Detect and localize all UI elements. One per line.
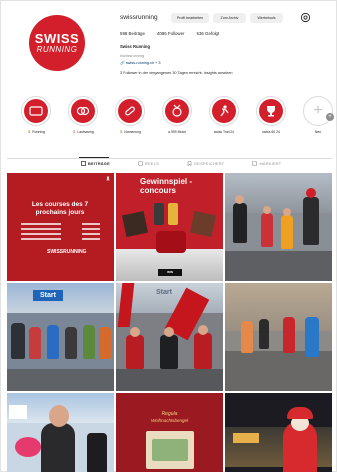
shoes-icon [76,106,90,116]
profile-avatar[interactable]: SWISS RUNNING [29,15,85,71]
post-title: Les courses des 7 prochains jours [31,201,89,216]
post-tile[interactable]: Start [7,283,114,391]
highlight-ring [162,96,192,126]
highlight-ring [115,96,145,126]
tab-label: MARKIERT [259,161,282,166]
post-tile[interactable]: Regula Weihnachtsbengel [116,393,223,472]
highlight-cover [212,99,236,123]
post-tile[interactable]: Les courses des 7 prochains jours SWISSR… [7,173,114,281]
edit-profile-button[interactable]: Profil bearbeiten [171,13,209,23]
post-tile[interactable]: Gewinnspiel - concours WIN [116,173,223,281]
schedule-row [21,238,100,241]
post-logo: SWISSRUNNING [47,249,87,255]
tab-tagged[interactable]: MARKIERT [252,161,281,166]
highlight-label: Neu [314,130,322,134]
grid-icon [81,161,86,166]
product-drum [156,231,186,253]
tab-saved[interactable]: GESPEICHERT [187,161,224,166]
highlight-ring [68,96,98,126]
sign [9,405,27,419]
tabs-divider [7,158,332,159]
highlight-cover [71,99,95,123]
tab-posts[interactable]: BEITRÄGE [81,161,110,166]
highlight-item[interactable]: 🏃 Running [18,96,54,134]
profile-insights[interactable]: 3 Follower in der vergangenen 30 Tagen e… [120,71,232,75]
highlight-label: ● 599 Mulet [168,130,186,134]
followers-count[interactable]: 4086 Follower [157,31,185,36]
profile-stats: 598 Beiträge 4086 Follower 536 Gefolgt [120,31,219,36]
medal-icon [172,104,182,117]
post-title: Gewinnspiel - concours [140,177,193,195]
tab-label: BEITRÄGE [88,161,111,166]
profile-link[interactable]: 🔗 swiss-running.ch + 3 [120,60,161,65]
schedule-row [21,233,100,236]
avatar-line2: RUNNING [36,45,78,54]
balloon [15,437,41,457]
highlight-cover [24,99,48,123]
start-banner: Start [156,289,172,296]
profile-hashtag[interactable]: #swissrunning [120,54,144,58]
post-title: Regula [161,411,178,417]
active-tab-indicator [79,157,109,158]
profile-display-name: Swiss Running [120,44,151,49]
highlight-label: 🏃 Laufsaving [72,130,94,134]
highlight-ring [256,96,286,126]
settings-gear-icon[interactable] [300,12,311,23]
highlight-label: swiss Trail 24 [213,130,235,134]
bookmark-icon [187,161,192,166]
highlight-item[interactable]: ● 599 Mulet [159,96,195,134]
schedule-row [21,228,100,231]
post-tile[interactable] [225,393,332,472]
following-count[interactable]: 536 Gefolgt [197,31,220,36]
product-box [121,210,149,238]
archive-button[interactable]: Zum Archiv [213,13,246,23]
post-badge: WIN [158,269,182,276]
product-can [154,203,164,225]
highlight-label: 🏃 Nomenung [119,130,141,134]
highlight-cover [259,99,283,123]
profile-page: SWISS RUNNING swissrunning Profil bearbe… [0,0,337,472]
tab-label: GESPEICHERT [193,161,225,166]
reels-icon [138,161,143,166]
product-can [168,203,178,225]
book-illustration [152,439,188,461]
highlight-item[interactable]: 🏃 Laufsaving [65,96,101,134]
screen-icon [29,106,43,116]
santa-hat [287,407,313,419]
tab-reels[interactable]: REELS [138,161,159,166]
add-badge-icon: + [326,113,334,121]
post-tile[interactable]: Start [116,283,223,391]
post-tile[interactable] [225,173,332,281]
highlight-label: swiss 60 24 [262,130,280,134]
avatar-line1: SWISS [34,31,80,46]
highlight-item[interactable]: 🏃 Nomenung [112,96,148,134]
post-tile[interactable] [7,393,114,472]
trophy-icon [267,106,275,117]
posts-count: 598 Beiträge [120,31,145,36]
highlight-ring: + [303,96,333,126]
schedule-row [21,223,100,226]
highlight-item[interactable]: swiss 60 24 [253,96,289,134]
tab-label: REELS [145,161,159,166]
start-banner: Start [33,290,63,301]
pin-icon [106,176,110,182]
highlight-label: 🏃 Running [27,130,45,134]
post-subtitle: Weihnachtsbengel [151,418,188,423]
highlight-cover [165,99,189,123]
highlight-item[interactable]: swiss Trail 24 [206,96,242,134]
highlight-cover [118,99,142,123]
lit-window [233,433,259,443]
tag-person-icon [252,161,258,166]
profile-username: swissrunning [120,14,158,21]
highlight-ring [209,96,239,126]
post-tile[interactable] [225,283,332,391]
highlight-ring [21,96,51,126]
runner-icon [220,105,229,117]
profile-tabs: BEITRÄGE REELS GESPEICHERT MARKIERT [81,161,281,166]
product-box [189,210,217,238]
ad-tools-button[interactable]: Werbetools [250,13,283,23]
bandage-icon [125,106,135,116]
scene-floor [116,249,223,281]
